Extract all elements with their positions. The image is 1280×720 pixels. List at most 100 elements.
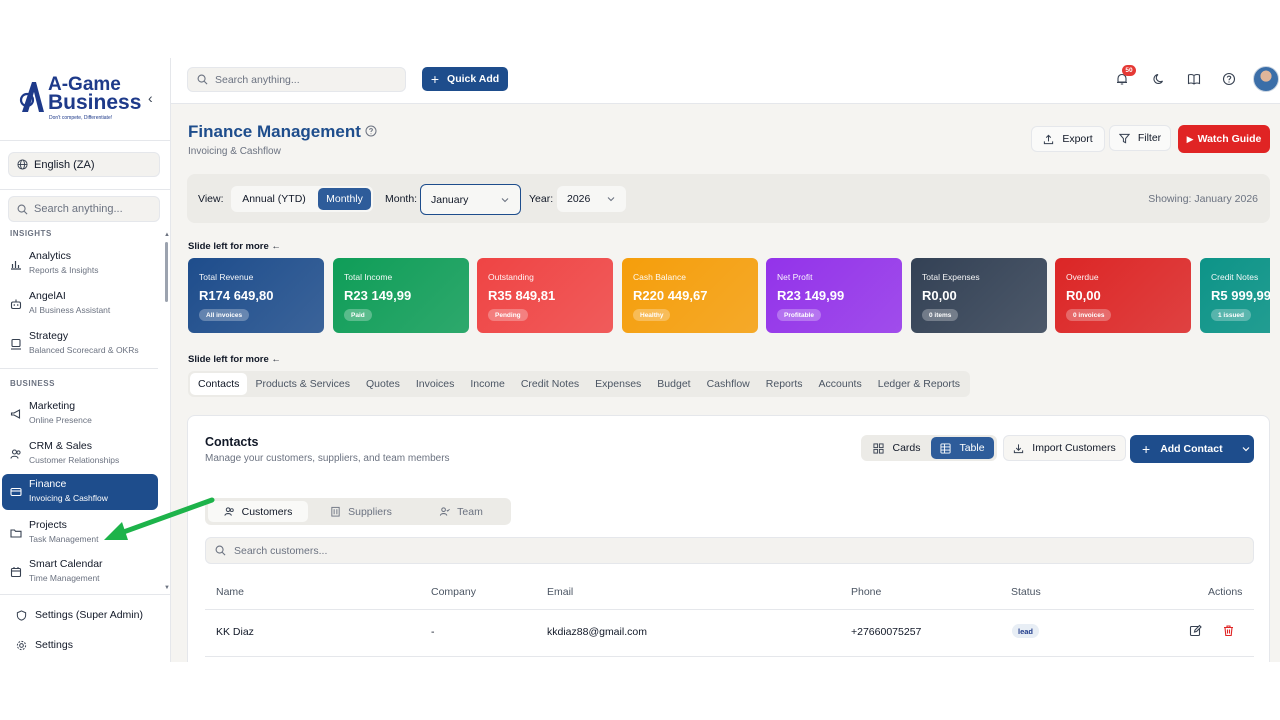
view-monthly-button[interactable]: Monthly	[318, 188, 371, 210]
customers-search-placeholder: Search customers...	[234, 544, 328, 557]
tab-products-services[interactable]: Products & Services	[247, 373, 358, 395]
bar-chart-icon	[11, 261, 21, 270]
column-header-phone[interactable]: Phone	[851, 586, 881, 598]
column-header-status[interactable]: Status	[1011, 586, 1041, 598]
tab-quotes[interactable]: Quotes	[358, 373, 408, 395]
sidebar-item-marketing[interactable]: Marketing Online Presence	[2, 396, 158, 432]
main-content: Finance Management Invoicing & Cashflow …	[171, 104, 1280, 662]
moon-icon[interactable]	[1152, 72, 1166, 86]
kpi-card-cash-balance[interactable]: Cash Balance R220 449,67 Healthy	[622, 258, 758, 333]
kpi-label: Credit Notes	[1211, 272, 1259, 282]
watch-guide-button[interactable]: ▶ Watch Guide	[1178, 125, 1270, 153]
view-annual-ytd-button[interactable]: Annual (YTD)	[233, 188, 315, 210]
global-search-input[interactable]: Search anything...	[187, 67, 406, 92]
showing-period-text: Showing: January 2026	[1148, 193, 1258, 205]
sidebar-item-smart-calendar[interactable]: Smart Calendar Time Management	[2, 554, 158, 590]
subtab-suppliers[interactable]: Suppliers	[311, 501, 411, 522]
sidebar-item-title: Smart Calendar	[29, 558, 103, 570]
sidebar-item-title: Marketing	[29, 400, 76, 412]
table-row-divider	[205, 656, 1254, 657]
tab-contacts[interactable]: Contacts	[190, 373, 248, 395]
column-header-name[interactable]: Name	[216, 586, 244, 598]
sidebar-item-title: AngelAI	[29, 290, 66, 302]
grid-icon	[873, 442, 885, 454]
column-header-actions: Actions	[1208, 586, 1243, 598]
year-select[interactable]: 2026	[557, 186, 626, 212]
language-selector[interactable]: English (ZA)	[8, 152, 160, 177]
kpi-pill: Paid	[344, 309, 372, 321]
kpi-value: R23 149,99	[344, 288, 412, 303]
column-header-company[interactable]: Company	[431, 586, 476, 598]
tab-invoices[interactable]: Invoices	[408, 373, 463, 395]
tab-expenses[interactable]: Expenses	[587, 373, 649, 395]
language-label: English (ZA)	[34, 158, 95, 171]
kpi-card-outstanding[interactable]: Outstanding R35 849,81 Pending	[477, 258, 613, 333]
month-select[interactable]: January	[420, 184, 521, 215]
users-icon	[224, 507, 234, 516]
sidebar-item-subtitle: Customer Relationships	[29, 455, 120, 465]
tab-income[interactable]: Income	[462, 373, 512, 395]
subtab-suppliers-label: Suppliers	[348, 505, 392, 518]
scroll-up-arrow-icon[interactable]: ▲	[164, 232, 170, 238]
subtab-customers[interactable]: Customers	[208, 501, 308, 522]
export-button[interactable]: Export	[1031, 126, 1105, 152]
cell-name[interactable]: KK Diaz	[216, 626, 254, 638]
kpi-card-overdue[interactable]: Overdue R0,00 0 invoices	[1055, 258, 1191, 333]
collapse-sidebar-chevron-icon[interactable]: ‹	[148, 90, 153, 106]
settings-super-admin-link[interactable]: Settings (Super Admin)	[16, 609, 143, 621]
kpi-card-total-revenue[interactable]: Total Revenue R174 649,80 All invoices	[188, 258, 324, 333]
tab-reports[interactable]: Reports	[758, 373, 811, 395]
cell-email[interactable]: kkdiaz88@gmail.com	[547, 626, 647, 638]
kpi-value: R23 149,99	[777, 288, 845, 303]
sidebar-item-strategy[interactable]: Strategy Balanced Scorecard & OKRs	[2, 326, 158, 362]
brand-logo[interactable]: A-Game Business Don't compete, Different…	[18, 74, 142, 122]
help-circle-icon[interactable]	[1222, 72, 1236, 86]
add-contact-button[interactable]: + Add Contact	[1130, 435, 1254, 463]
info-help-icon[interactable]	[365, 125, 377, 137]
add-contact-label: Add Contact	[1160, 443, 1223, 455]
tab-budget[interactable]: Budget	[649, 373, 698, 395]
customers-search-input[interactable]: Search customers...	[205, 537, 1254, 564]
megaphone-icon	[10, 409, 21, 419]
search-icon	[215, 545, 226, 556]
kpi-card-credit-notes[interactable]: Credit Notes R5 999,99 1 issued	[1200, 258, 1270, 333]
quick-add-button[interactable]: + Quick Add	[422, 67, 508, 91]
tab-accounts[interactable]: Accounts	[811, 373, 870, 395]
kpi-pill: Healthy	[633, 309, 671, 321]
search-icon	[197, 74, 208, 85]
edit-icon[interactable]	[1189, 624, 1202, 637]
kpi-cards-carousel[interactable]: Total Revenue R174 649,80 All invoices T…	[188, 258, 1270, 333]
year-value: 2026	[567, 193, 591, 205]
sidebar-item-angelai[interactable]: AngelAI AI Business Assistant	[2, 286, 158, 322]
kpi-card-total-income[interactable]: Total Income R23 149,99 Paid	[333, 258, 469, 333]
column-header-email[interactable]: Email	[547, 586, 573, 598]
settings-label: Settings	[35, 639, 73, 651]
trash-icon[interactable]	[1222, 624, 1235, 637]
import-customers-button[interactable]: Import Customers	[1003, 435, 1126, 461]
scroll-down-arrow-icon[interactable]: ▼	[164, 585, 170, 591]
kpi-card-total-expenses[interactable]: Total Expenses R0,00 0 items	[911, 258, 1047, 333]
cell-company: -	[431, 626, 435, 638]
building-icon	[331, 506, 340, 517]
cards-view-button[interactable]: Cards	[865, 437, 929, 459]
book-icon[interactable]	[1187, 72, 1201, 86]
chevron-down-icon[interactable]	[1241, 444, 1251, 454]
sidebar-item-subtitle: Balanced Scorecard & OKRs	[29, 345, 139, 355]
sidebar-search-input[interactable]: Search anything...	[8, 196, 160, 222]
user-avatar[interactable]	[1253, 66, 1279, 92]
tab-ledger-reports[interactable]: Ledger & Reports	[870, 373, 968, 395]
settings-link[interactable]: Settings	[16, 639, 73, 651]
subtab-team[interactable]: Team	[411, 501, 511, 522]
tab-cashflow[interactable]: Cashflow	[699, 373, 758, 395]
divider	[0, 368, 158, 369]
page-title: Finance Management	[188, 122, 361, 141]
sidebar-scrollbar[interactable]	[165, 242, 168, 302]
table-view-button[interactable]: Table	[931, 437, 994, 459]
brand-line2: Business	[48, 91, 142, 114]
sidebar-item-title: Projects	[29, 519, 67, 531]
filter-button[interactable]: Filter	[1109, 125, 1171, 151]
tab-credit-notes[interactable]: Credit Notes	[513, 373, 587, 395]
kpi-card-net-profit[interactable]: Net Profit R23 149,99 Profitable	[766, 258, 902, 333]
sidebar-item-analytics[interactable]: Analytics Reports & Insights	[2, 246, 158, 282]
sidebar-item-crm-sales[interactable]: CRM & Sales Customer Relationships	[2, 436, 158, 472]
